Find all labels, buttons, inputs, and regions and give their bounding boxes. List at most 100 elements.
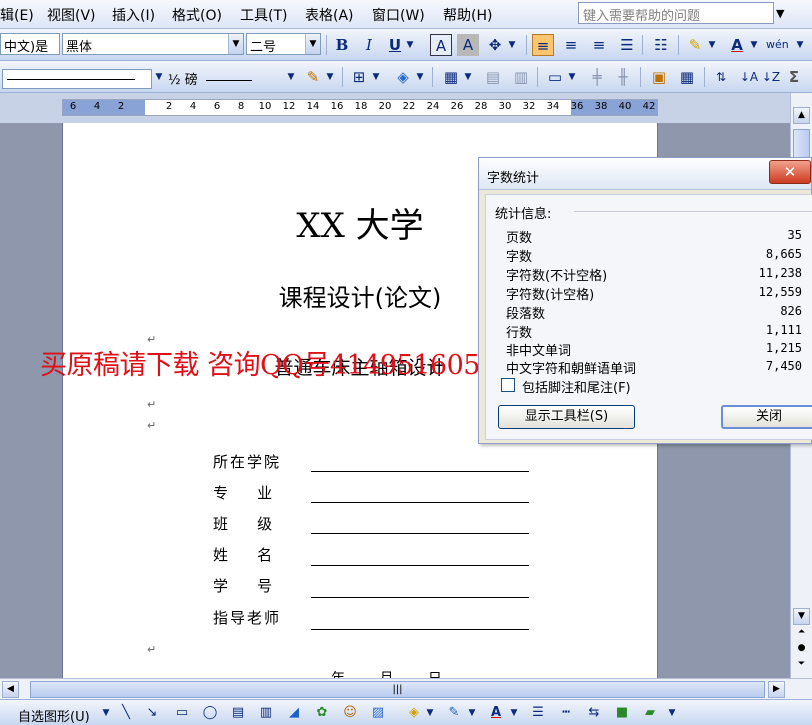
- paragraph-mark-icon: ↵: [147, 398, 157, 411]
- fill-color-icon[interactable]: ◈: [404, 703, 424, 723]
- scroll-down-icon[interactable]: ▼: [793, 608, 810, 625]
- draw-toolbar-options-icon[interactable]: ▼: [666, 703, 678, 723]
- show-toolbar-button[interactable]: 显示工具栏(S): [498, 405, 635, 429]
- include-footnotes-checkbox[interactable]: [501, 378, 515, 392]
- insert-table-icon[interactable]: ▦: [440, 66, 462, 88]
- borders-icon[interactable]: ⊞: [348, 66, 370, 88]
- font-size-dropdown-icon[interactable]: ▼: [305, 34, 320, 54]
- line-weight-dropdown-icon[interactable]: ▼: [284, 66, 298, 88]
- diagram-icon[interactable]: ✿: [312, 703, 332, 723]
- menu-edit[interactable]: 辑(E): [0, 5, 34, 25]
- scroll-right-icon[interactable]: ▶: [768, 681, 785, 698]
- font-size-combo[interactable]: 二号 ▼: [246, 33, 321, 55]
- oval-tool-icon[interactable]: ◯: [200, 703, 220, 723]
- vertical-textbox-icon[interactable]: ▥: [256, 703, 276, 723]
- line-style-icon[interactable]: ☰: [528, 703, 548, 723]
- wordart-icon[interactable]: ◢: [284, 703, 304, 723]
- insert-table-dropdown-icon[interactable]: ▼: [462, 66, 474, 88]
- justify-button[interactable]: ≡: [532, 34, 554, 56]
- char-shading-button[interactable]: A: [457, 34, 479, 56]
- shading-bucket-icon[interactable]: ◈: [392, 66, 414, 88]
- menu-format[interactable]: 格式(O): [172, 5, 222, 25]
- horizontal-scroll-thumb[interactable]: |||: [30, 681, 765, 698]
- borders-dropdown-icon[interactable]: ▼: [370, 66, 382, 88]
- draw-font-color-dropdown-icon[interactable]: ▼: [508, 703, 520, 723]
- line-tool-icon[interactable]: ╲: [116, 703, 136, 723]
- line-color-dropdown-icon[interactable]: ▼: [466, 703, 478, 723]
- language-combo[interactable]: 中文)是: [0, 33, 60, 55]
- line-color-icon[interactable]: ✎: [444, 703, 464, 723]
- char-scale-dropdown-icon[interactable]: ▼: [506, 34, 518, 56]
- font-dropdown-icon[interactable]: ▼: [228, 34, 243, 54]
- shadow-style-icon[interactable]: ■: [612, 703, 632, 723]
- fill-color-dropdown-icon[interactable]: ▼: [424, 703, 436, 723]
- char-scale-icon[interactable]: ✥: [484, 34, 506, 56]
- text-direction-icon[interactable]: ⇅: [710, 66, 732, 88]
- autosum-button[interactable]: Σ: [785, 66, 803, 88]
- menu-view[interactable]: 视图(V): [47, 5, 96, 25]
- horizontal-scrollbar[interactable]: ◀ ||| ▶: [0, 678, 812, 699]
- font-color-dropdown-icon[interactable]: ▼: [748, 34, 760, 56]
- pinyin-guide-button[interactable]: wén: [766, 34, 789, 56]
- menu-insert[interactable]: 插入(I): [112, 5, 155, 25]
- distribute-columns-icon[interactable]: ╫: [612, 66, 634, 88]
- autoformat-icon[interactable]: ▣: [648, 66, 670, 88]
- numbering-icon[interactable]: ☷: [650, 34, 672, 56]
- border-color-pen-icon[interactable]: ✎: [302, 66, 324, 88]
- align-center-icon[interactable]: ≡: [560, 34, 582, 56]
- arrow-tool-icon[interactable]: ↘: [142, 703, 162, 723]
- sort-ascending-icon[interactable]: ↓A: [738, 66, 760, 88]
- help-search-dropdown-icon[interactable]: ▼: [776, 7, 784, 20]
- autoshapes-menu[interactable]: 自选图形(U): [18, 706, 90, 725]
- view-mode-icon[interactable]: ◀: [2, 681, 19, 698]
- autoshapes-dropdown-icon[interactable]: ▼: [100, 703, 112, 723]
- menu-tools[interactable]: 工具(T): [240, 5, 287, 25]
- toolbar-options-icon[interactable]: ▼: [792, 34, 808, 56]
- include-footnotes-label[interactable]: 包括脚注和尾注(F): [522, 377, 631, 396]
- char-border-button[interactable]: A: [430, 34, 452, 56]
- previous-page-icon[interactable]: ⏶: [793, 625, 810, 642]
- italic-button[interactable]: I: [358, 34, 380, 56]
- distribute-rows-icon[interactable]: ╪: [586, 66, 608, 88]
- draw-font-color-icon[interactable]: A: [486, 703, 506, 723]
- rectangle-tool-icon[interactable]: ▭: [172, 703, 192, 723]
- vertical-scroll-thumb[interactable]: [793, 129, 810, 159]
- clipart-icon[interactable]: ☺: [340, 703, 360, 723]
- font-combo[interactable]: 黑体 ▼: [62, 33, 244, 55]
- underline-dropdown-icon[interactable]: ▼: [404, 34, 416, 56]
- scroll-up-icon[interactable]: ▲: [793, 107, 810, 124]
- 3d-style-icon[interactable]: ▰: [640, 703, 660, 723]
- cell-align-icon[interactable]: ▭: [544, 66, 566, 88]
- sort-descending-icon[interactable]: ↓Z: [760, 66, 782, 88]
- table-grid-icon[interactable]: ▦: [676, 66, 698, 88]
- menu-table[interactable]: 表格(A): [305, 5, 354, 25]
- menu-window[interactable]: 窗口(W): [372, 5, 425, 25]
- textbox-tool-icon[interactable]: ▤: [228, 703, 248, 723]
- dialog-titlebar[interactable]: 字数统计 ✕: [479, 158, 811, 190]
- merge-cells-icon[interactable]: ▤: [482, 66, 504, 88]
- dialog-close-icon[interactable]: ✕: [769, 160, 811, 184]
- horizontal-ruler[interactable]: 6 4 2 2 4 6 8 10 12 14 16 18 20 22 24 26…: [62, 99, 658, 116]
- bold-button[interactable]: B: [331, 34, 353, 56]
- underline-button[interactable]: U: [384, 34, 406, 56]
- line-weight-combo[interactable]: ½ 磅: [168, 69, 298, 89]
- line-style-combo[interactable]: [2, 69, 152, 89]
- select-browse-object-icon[interactable]: ●: [793, 641, 810, 658]
- next-page-icon[interactable]: ⏷: [793, 657, 810, 674]
- split-cells-icon[interactable]: ▥: [510, 66, 532, 88]
- shading-dropdown-icon[interactable]: ▼: [414, 66, 426, 88]
- menu-help[interactable]: 帮助(H): [443, 5, 492, 25]
- dash-style-icon[interactable]: ┅: [556, 703, 576, 723]
- line-style-dropdown-icon[interactable]: ▼: [152, 66, 166, 88]
- close-button[interactable]: 关闭: [721, 405, 812, 429]
- align-right-icon[interactable]: ≡: [588, 34, 610, 56]
- border-color-dropdown-icon[interactable]: ▼: [324, 66, 336, 88]
- arrow-style-icon[interactable]: ⇆: [584, 703, 604, 723]
- distribute-icon[interactable]: ☰: [616, 34, 638, 56]
- cell-align-dropdown-icon[interactable]: ▼: [566, 66, 578, 88]
- help-search-input[interactable]: 键入需要帮助的问题: [578, 2, 774, 24]
- insert-picture-icon[interactable]: ▨: [368, 703, 388, 723]
- font-color-button[interactable]: A: [726, 34, 748, 56]
- highlight-icon[interactable]: ✎: [684, 34, 706, 56]
- highlight-dropdown-icon[interactable]: ▼: [706, 34, 718, 56]
